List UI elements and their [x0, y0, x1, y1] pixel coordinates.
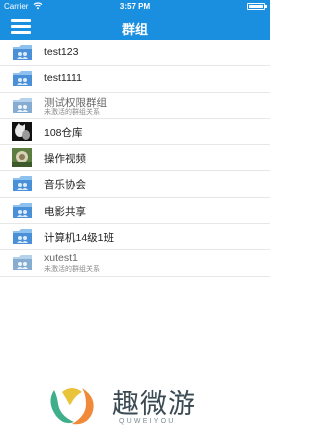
list-item[interactable]: 计算机14级1班: [0, 224, 270, 251]
group-name: 音乐协会: [44, 179, 86, 192]
group-status: 未激活的群组关系: [44, 266, 100, 274]
group-name: test1111: [44, 72, 82, 85]
group-avatar: [12, 121, 32, 141]
list-item[interactable]: test1111: [0, 66, 270, 93]
group-name: 计算机14级1班: [44, 232, 115, 245]
folder-icon: [12, 44, 33, 61]
folder-icon: [12, 202, 33, 219]
list-item[interactable]: 108仓库: [0, 119, 270, 146]
status-bar: Carrier 3:57 PM: [0, 0, 270, 14]
status-time: 3:57 PM: [119, 2, 151, 11]
group-avatar: [12, 148, 32, 168]
page-title: 群组: [121, 22, 148, 37]
group-name: 电影共享: [44, 205, 86, 218]
list-item[interactable]: xutest1 未激活的群组关系: [0, 250, 270, 277]
group-name: 操作视频: [44, 153, 86, 166]
folder-icon: [12, 97, 33, 114]
watermark-text: 趣微游: [112, 389, 196, 419]
folder-icon: [12, 70, 33, 87]
group-name: test123: [44, 46, 79, 58]
group-list: test123 test1111 测试权限群组 未激活的群组关系 108仓库 操…: [0, 40, 270, 277]
watermark-subtext: QUWEIYOU: [119, 418, 176, 425]
folder-icon: [12, 175, 33, 192]
group-name: 108仓库: [44, 126, 83, 139]
group-name: xutest1: [44, 252, 78, 265]
list-item[interactable]: 测试权限群组 未激活的群组关系: [0, 93, 270, 119]
list-item[interactable]: 电影共享: [0, 198, 270, 225]
watermark-logo-icon: [42, 382, 102, 437]
nav-bar: 群组: [0, 14, 270, 40]
list-item[interactable]: 操作视频: [0, 145, 270, 172]
list-item[interactable]: 音乐协会: [0, 171, 270, 198]
folder-icon: [12, 228, 33, 245]
list-item[interactable]: test123: [0, 40, 270, 67]
group-status: 未激活的群组关系: [44, 108, 100, 116]
battery-icon: [247, 3, 267, 10]
watermark: 趣微游 QUWEIYOU: [40, 380, 240, 435]
folder-icon: [12, 254, 33, 271]
